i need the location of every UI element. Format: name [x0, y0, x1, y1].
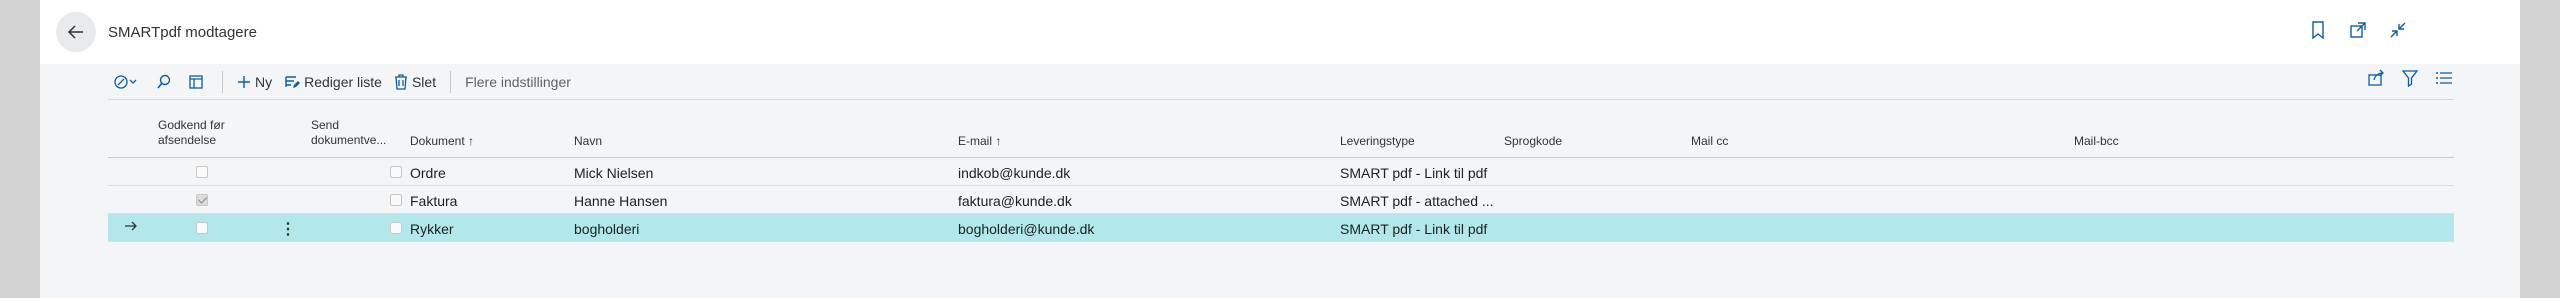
cell-delivery[interactable]: SMART pdf - Link til pdf [1340, 221, 1487, 237]
recipients-table: Godkend før afsendelse Send dokumentve..… [108, 112, 2454, 242]
table-row[interactable]: Faktura Hanne Hansen faktura@kunde.dk SM… [108, 186, 2454, 214]
cell-delivery[interactable]: SMART pdf - Link til pdf [1340, 165, 1487, 181]
column-header-approve[interactable]: Godkend før afsendelse [158, 118, 225, 148]
row-actions-menu-icon[interactable]: ⋮ [280, 219, 296, 239]
trash-icon [394, 73, 407, 90]
send-checkbox[interactable] [390, 222, 402, 234]
cell-email[interactable]: bogholderi@kunde.dk [958, 221, 1094, 237]
cell-name[interactable]: Hanne Hansen [574, 193, 667, 209]
personalize-menu-button[interactable] [108, 68, 150, 96]
table-header: Godkend før afsendelse Send dokumentve..… [108, 112, 2454, 158]
toolbar-divider [450, 70, 452, 93]
personalize-icon [114, 74, 137, 89]
page-panel: SMARTpdf modtagere Ny Rediger liste Slet… [40, 0, 2520, 298]
toolbar-divider [222, 70, 223, 93]
plus-icon [238, 75, 250, 88]
filter-icon[interactable] [2400, 68, 2420, 88]
delete-button-label: Slet [411, 73, 437, 90]
action-toolbar: Ny Rediger liste Slet Flere indstillinge… [108, 64, 2454, 100]
send-checkbox[interactable] [390, 166, 402, 178]
table-row-selected[interactable]: ⋮ Rykker bogholderi bogholderi@kunde.dk … [108, 214, 2454, 242]
search-icon [157, 74, 171, 88]
send-checkbox[interactable] [390, 194, 402, 206]
cell-document[interactable]: Rykker [410, 221, 454, 237]
cell-name[interactable]: Mick Nielsen [574, 165, 653, 181]
open-in-new-icon[interactable] [2348, 20, 2368, 40]
collapse-icon[interactable] [2388, 20, 2408, 40]
column-header-email[interactable]: E-mail ↑ [958, 134, 1001, 149]
edit-list-icon [285, 75, 301, 88]
edit-list-button[interactable]: Rediger liste [278, 68, 388, 96]
toolbar-right-actions [2366, 68, 2454, 88]
cell-email[interactable]: faktura@kunde.dk [958, 193, 1072, 209]
arrow-left-icon [67, 25, 83, 39]
approve-checkbox[interactable] [196, 222, 208, 234]
new-button-label: Ny [255, 73, 273, 90]
header-actions [2308, 20, 2408, 40]
search-button[interactable] [150, 68, 182, 96]
more-options-button[interactable]: Flere indstillinger [459, 68, 577, 96]
background-left [0, 0, 40, 298]
layout-button[interactable] [182, 68, 214, 96]
new-button[interactable]: Ny [231, 68, 278, 96]
background-right [2520, 0, 2560, 298]
back-button[interactable] [56, 12, 96, 52]
column-header-mail-bcc[interactable]: Mail-bcc [2074, 134, 2119, 149]
approve-checkbox[interactable] [196, 166, 208, 178]
cell-email[interactable]: indkob@kunde.dk [958, 165, 1070, 181]
edit-list-button-label: Rediger liste [304, 73, 382, 90]
cell-name[interactable]: bogholderi [574, 221, 639, 237]
share-icon[interactable] [2366, 68, 2386, 88]
delete-button[interactable]: Slet [388, 68, 442, 96]
column-header-mail-cc[interactable]: Mail cc [1691, 134, 1728, 149]
approve-checkbox[interactable] [196, 194, 208, 206]
cell-document[interactable]: Ordre [410, 165, 446, 181]
column-header-language[interactable]: Sprogkode [1504, 134, 1562, 149]
column-header-send[interactable]: Send dokumentve... [311, 118, 386, 148]
row-indicator-arrow-icon [124, 219, 138, 236]
table-row[interactable]: Ordre Mick Nielsen indkob@kunde.dk SMART… [108, 158, 2454, 186]
cell-delivery[interactable]: SMART pdf - attached ... [1340, 193, 1494, 209]
bookmark-icon[interactable] [2308, 20, 2328, 40]
layout-icon [189, 74, 203, 89]
column-header-delivery[interactable]: Leveringstype [1340, 134, 1415, 149]
column-header-document[interactable]: Dokument ↑ [410, 134, 474, 149]
cell-document[interactable]: Faktura [410, 193, 457, 209]
page-title: SMARTpdf modtagere [108, 24, 257, 41]
page-header: SMARTpdf modtagere [40, 0, 2520, 64]
column-header-name[interactable]: Navn [574, 134, 602, 149]
list-view-icon[interactable] [2434, 68, 2454, 88]
